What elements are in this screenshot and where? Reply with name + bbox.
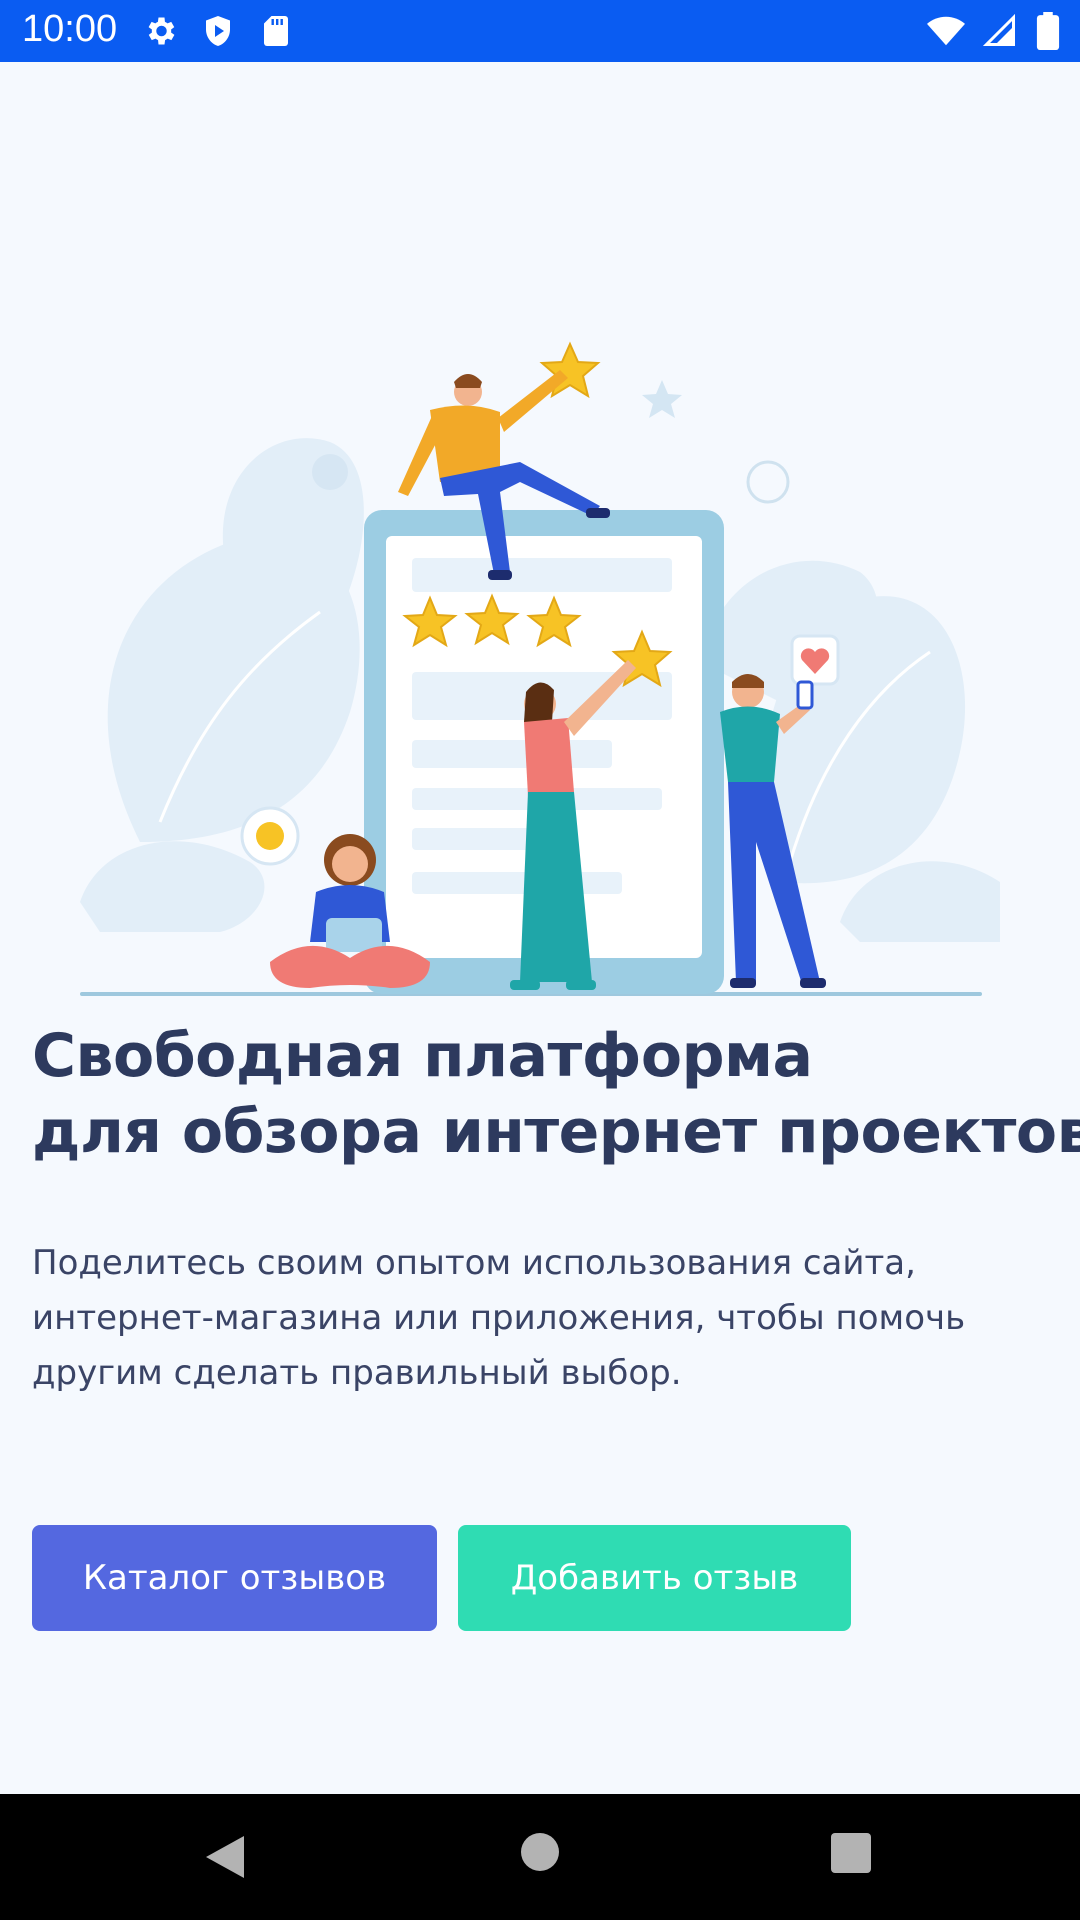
page-title: Свободная платформа для обзора интернет … (32, 1018, 1080, 1170)
status-icons-left (142, 12, 294, 50)
title-line-2: для обзора интернет проектов (32, 1097, 1080, 1167)
recents-icon[interactable] (830, 1832, 872, 1874)
catalog-button[interactable]: Каталог отзывов (32, 1525, 437, 1631)
wifi-icon (927, 16, 965, 46)
description-line-2: интернет-магазина или приложения, чтобы … (32, 1298, 966, 1338)
add-review-button[interactable]: Добавить отзыв (458, 1525, 851, 1631)
signal-icon (982, 13, 1015, 46)
status-icons-right (926, 12, 1062, 50)
battery-icon (1036, 12, 1060, 50)
status-bar: 10:00 (0, 0, 1080, 62)
description-line-1: Поделитесь своим опытом использования са… (32, 1243, 916, 1283)
description-line-3: другим сделать правильный выбор. (32, 1353, 682, 1393)
navigation-bar (0, 1794, 1080, 1920)
sd-card-icon (264, 16, 288, 46)
page-description: Поделитесь своим опытом использования са… (32, 1236, 1042, 1401)
gear-icon (148, 17, 175, 45)
back-icon[interactable] (200, 1832, 250, 1882)
title-line-1: Свободная платформа (32, 1021, 813, 1091)
home-icon[interactable] (520, 1832, 560, 1872)
main-content: Свободная платформа для обзора интернет … (0, 62, 1080, 1794)
people-rating-with-stars-illustration (80, 341, 1000, 996)
status-time: 10:00 (22, 8, 118, 50)
shield-play-icon (206, 16, 230, 46)
